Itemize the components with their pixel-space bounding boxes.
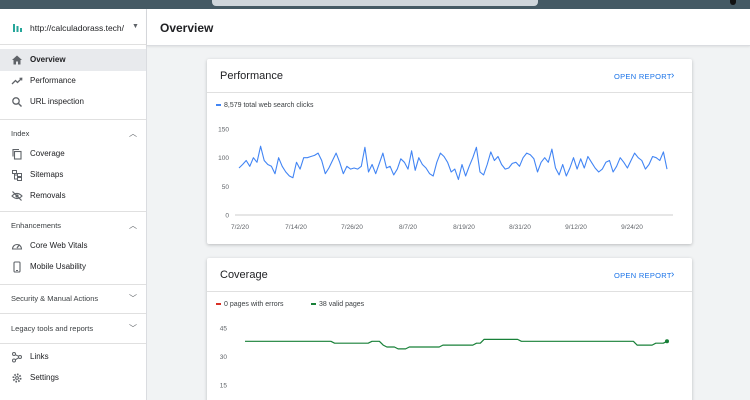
x-tick-label: 8/19/20 [453,224,475,231]
section-title: Index [11,129,30,138]
sidebar-item-label: Overview [30,55,66,64]
sidebar-item-label: Core Web Vitals [30,241,88,250]
legend-swatch-errors [216,303,221,306]
y-tick-label: 15 [220,383,228,390]
property-url: http://calculadorass.tech/ [30,23,125,33]
x-tick-label: 9/24/20 [621,224,643,231]
sidebar-item-label: Settings [30,373,59,382]
sidebar-item-label: Coverage [30,149,65,158]
open-report-button[interactable]: OPEN REPORT [614,271,672,280]
page-header: Overview [147,9,750,46]
sidebar-item-label: Removals [30,191,66,200]
y-tick-label: 0 [225,213,229,220]
speedometer-icon [11,243,23,250]
divider [0,211,146,212]
phone-icon [13,261,21,273]
sidebar: http://calculadorass.tech/ ▼ Overview Pe… [0,9,147,400]
links-icon [12,352,22,363]
chevron-right-icon[interactable]: › [671,269,674,280]
sidebar-item-mobile-usability[interactable]: Mobile Usability [0,256,146,278]
divider [0,343,146,344]
sidebar-item-links[interactable]: Links [0,346,146,368]
x-tick-label: 8/31/20 [509,224,531,231]
y-tick-label: 45 [220,326,228,333]
gear-icon [12,373,22,383]
sidebar-item-label: Mobile Usability [30,262,87,271]
card-divider [207,291,692,292]
chevron-down-icon: ﹀ [129,294,137,303]
chart-legend: 8,579 total web search clicks [216,102,314,109]
divider [0,119,146,120]
valid-pages-last-point [665,339,669,344]
sidebar-item-sitemaps[interactable]: Sitemaps [0,164,146,186]
section-title: Legacy tools and reports [11,324,94,333]
y-tick-label: 100 [218,155,229,162]
card-title: Coverage [220,269,268,281]
legend-swatch-valid [311,303,316,306]
home-icon [12,55,22,65]
sitemap-icon [12,170,22,181]
sidebar-item-label: Sitemaps [30,170,64,179]
x-tick-label: 7/2/20 [231,224,249,231]
sidebar-item-label: URL inspection [30,97,84,106]
card-divider [207,92,692,93]
chevron-up-icon: ︿ [129,129,137,138]
section-title: Enhancements [11,221,62,230]
chevron-right-icon[interactable]: › [671,70,674,81]
performance-card: Performance OPEN REPORT › 8,579 total we… [207,59,692,244]
y-tick-label: 30 [220,354,228,361]
coverage-card: Coverage OPEN REPORT › 0 pages with erro… [207,258,692,400]
top-bar [0,0,750,9]
legend-valid-label: 38 valid pages [319,301,365,308]
section-header-security[interactable]: Security & Manual Actions ﹀ [0,287,146,309]
open-report-button[interactable]: OPEN REPORT [614,72,672,81]
chevron-down-icon: ﹀ [129,324,137,333]
sidebar-item-removals[interactable]: Removals [0,185,146,207]
legend-errors-label: 0 pages with errors [224,301,284,308]
section-header-enhancements[interactable]: Enhancements ︿ [0,214,146,236]
chart-legend-valid: 38 valid pages [311,301,364,308]
sidebar-item-label: Performance [30,76,76,85]
coverage-chart: 15 30 45 [220,326,669,390]
valid-pages-series-line [245,338,668,350]
chevron-up-icon: ︿ [129,221,137,230]
y-tick-label: 150 [218,127,229,134]
sidebar-item-url-inspection[interactable]: URL inspection [0,91,146,113]
property-selector[interactable]: http://calculadorass.tech/ ▼ [0,9,147,45]
legend-clicks-label: 8,579 total web search clicks [224,102,314,109]
y-tick-label: 50 [222,184,230,191]
x-tick-label: 9/12/20 [565,224,587,231]
sidebar-item-overview[interactable]: Overview [0,49,146,71]
sidebar-item-core-web-vitals[interactable]: Core Web Vitals [0,235,146,257]
sidebar-item-coverage[interactable]: Coverage [0,143,146,165]
divider [0,284,146,285]
page-title: Overview [160,21,214,35]
section-header-index[interactable]: Index ︿ [0,122,146,144]
performance-chart: 0 50 100 150 7/2/20 7/14/20 7/26/20 8/7/20 8/19/… [218,127,673,231]
search-icon [12,97,22,107]
x-tick-label: 8/7/20 [399,224,417,231]
search-bar[interactable] [212,0,538,6]
section-title: Security & Manual Actions [11,294,99,303]
sidebar-item-label: Links [30,352,49,361]
x-tick-label: 7/14/20 [285,224,307,231]
sidebar-item-performance[interactable]: Performance [0,70,146,92]
legend-swatch-clicks [216,104,221,107]
account-avatar[interactable] [730,0,736,5]
section-header-legacy[interactable]: Legacy tools and reports ﹀ [0,317,146,339]
copy-icon [12,148,22,160]
eye-off-icon [11,191,23,201]
sidebar-item-settings[interactable]: Settings [0,367,146,389]
caret-down-icon[interactable]: ▼ [132,23,139,30]
chart-legend-errors: 0 pages with errors [216,301,284,308]
divider [0,313,146,314]
trending-up-icon [11,77,23,85]
property-logo-icon [13,24,22,32]
card-title: Performance [220,70,283,82]
x-tick-label: 7/26/20 [341,224,363,231]
clicks-series-line [238,145,668,181]
